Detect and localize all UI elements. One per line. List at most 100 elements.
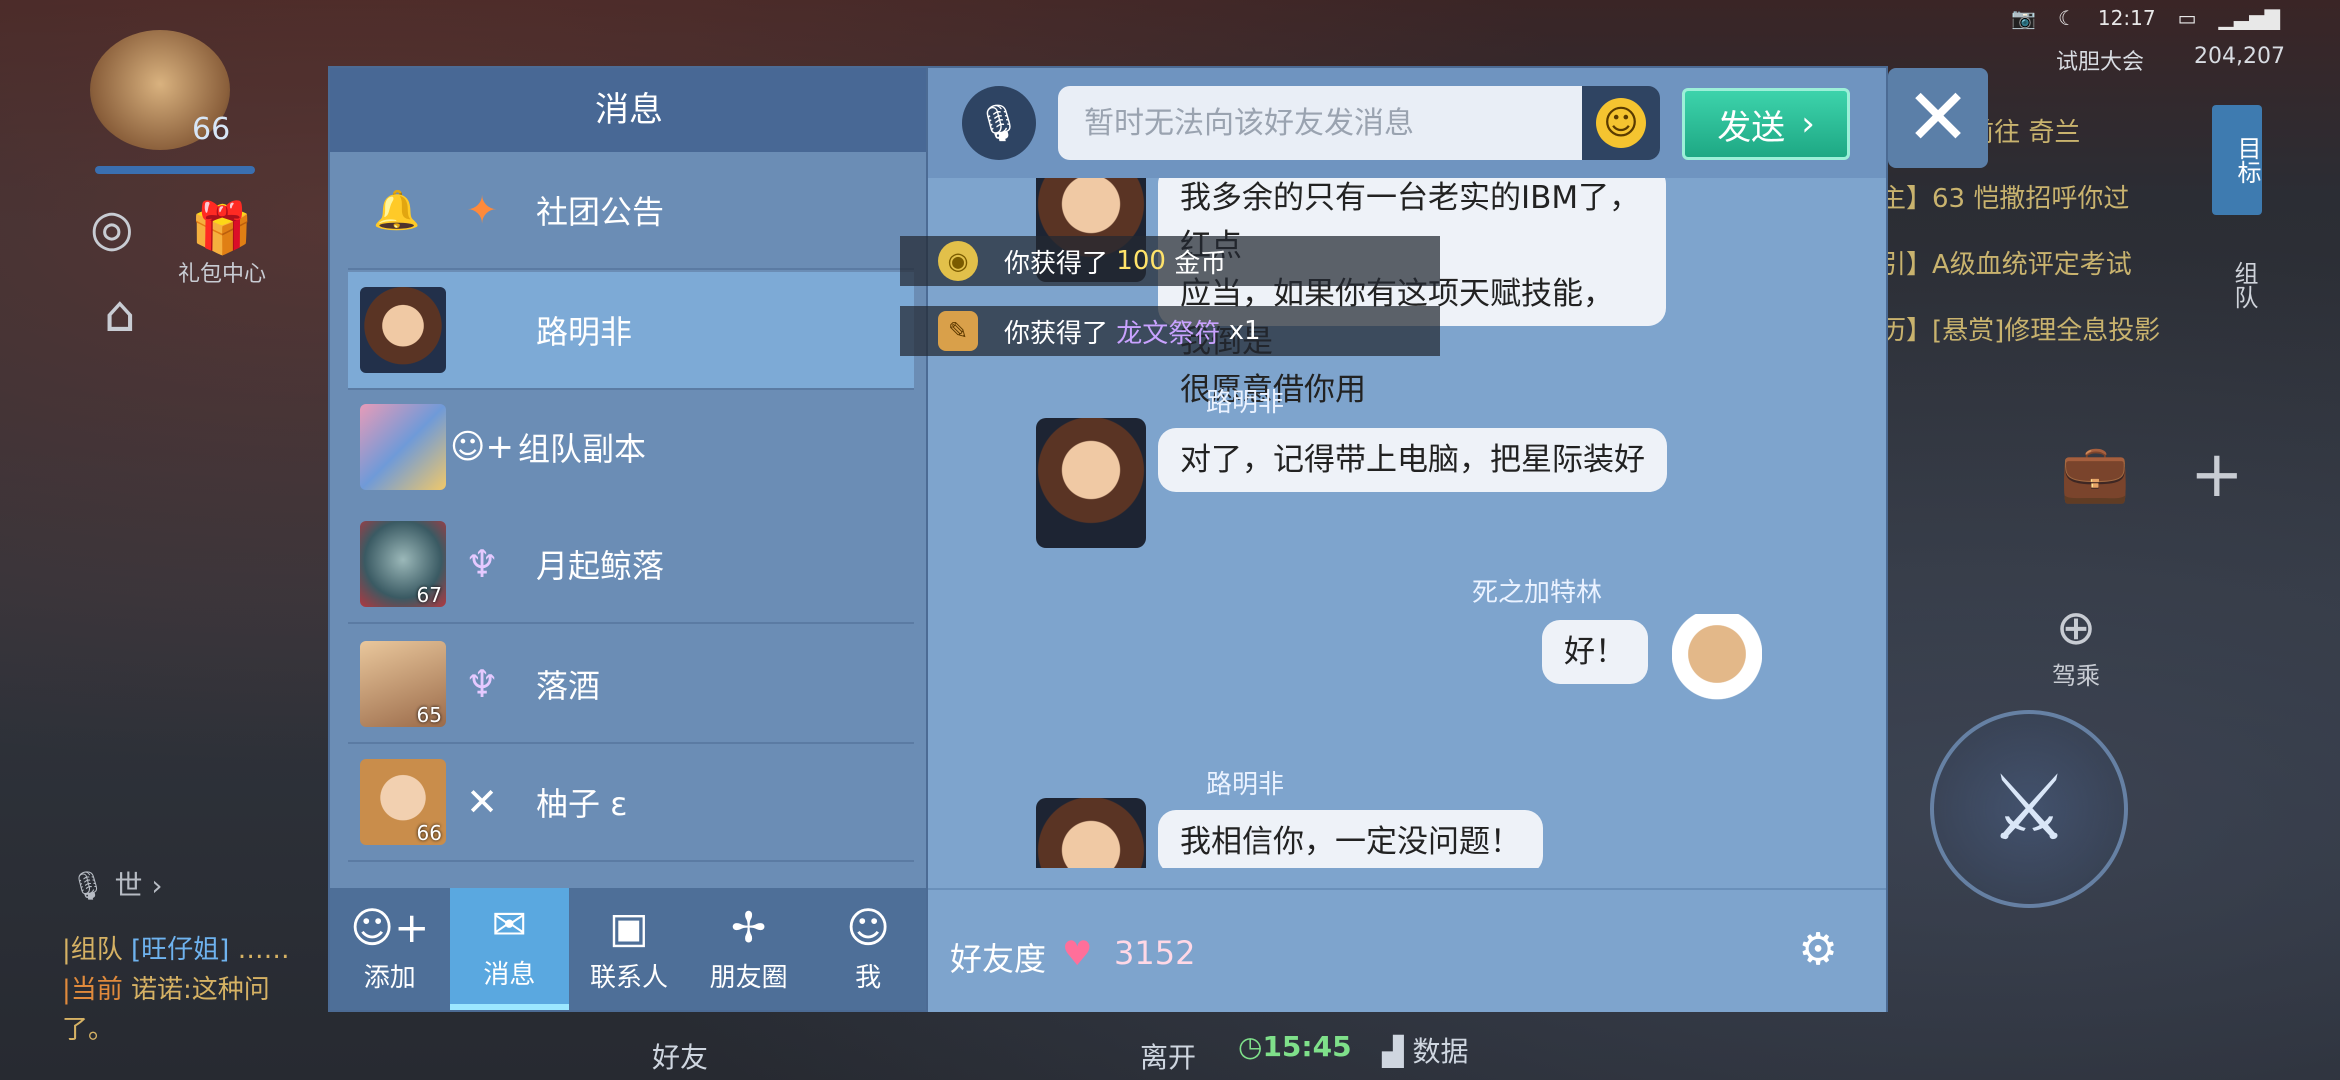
avatar-level: 65 [416, 703, 442, 727]
team-icon: ☺+ [450, 427, 514, 467]
briefcase-icon[interactable]: 💼 [2060, 440, 2130, 506]
add-friend-icon: ☺+ [350, 902, 430, 952]
steering-wheel-icon: ⊕ [2055, 600, 2097, 656]
emoji-button[interactable]: ☺ [1582, 86, 1660, 160]
moon-icon: ☾ [2057, 6, 2076, 30]
chevron-right-icon: › [151, 869, 163, 902]
message-sender: 路明非 [1206, 770, 1285, 800]
world-channel-button[interactable]: 🎙 世 › [70, 864, 163, 904]
friendship-value: 3152 [1114, 934, 1196, 972]
voice-button[interactable]: 🎙 [962, 86, 1036, 160]
bottom-nav: ☺+ 添加 ✉ 消息 ▣ 联系人 ✢ 朋友圈 ☺ 我 [330, 888, 928, 1010]
panel-title: 消息 [330, 68, 928, 152]
world-channel-label: 世 [114, 869, 143, 902]
rank-badge-icon: ♆ [464, 542, 500, 586]
signal-icon: ▁▃▅▇ [2218, 6, 2280, 30]
avatar [1036, 798, 1146, 868]
gift-center-button[interactable]: 🎁 礼包中心 [178, 200, 266, 288]
drive-button[interactable]: ⊕ 驾乘 [2052, 600, 2100, 691]
status-time: 12:17 [2097, 6, 2156, 30]
conversation-luojiu[interactable]: 65 ♆ 落酒 [348, 626, 914, 744]
avatar: 66 [360, 759, 446, 845]
target-tab[interactable]: 目标 [2212, 105, 2262, 215]
chat-line: 了。 [62, 1015, 115, 1045]
avatar [360, 287, 446, 373]
conversation-team[interactable]: ☺+ 组队副本 [348, 388, 914, 506]
message-bubble[interactable]: 对了，记得带上电脑，把星际装好 [1158, 428, 1667, 492]
microphone-icon: 🎙 [976, 103, 1022, 144]
conversation-name: 组队副本 [518, 430, 647, 468]
reward-toast: ✎ 你获得了 龙文祭符 x1 [900, 306, 1440, 356]
nav-add[interactable]: ☺+ 添加 [330, 888, 450, 1010]
pinwheel-icon: ✢ [730, 902, 767, 952]
close-button[interactable]: ✕ [1888, 68, 1988, 168]
mail-icon: ✉ [491, 899, 527, 949]
home-icon: ⌂ [104, 285, 136, 343]
quest-item[interactable]: 历】[悬赏]修理全息投影 [1880, 298, 2160, 364]
close-icon: ✕ [1905, 73, 1971, 163]
conversation-yueqijingluo[interactable]: 67 ♆ 月起鲸落 [348, 506, 914, 624]
friendship-label: 好友度 [950, 940, 1047, 978]
friends-shortcut[interactable]: 好友 [652, 1036, 708, 1080]
reward-toast: ◉ 你获得了 100 金币 [900, 236, 1440, 286]
chat-line: |组队 [旺仔姐] …… [62, 935, 290, 965]
player-level: 66 [192, 112, 231, 147]
rank-badge-icon: ♆ [464, 662, 500, 706]
attack-joystick[interactable]: ⚔ [1930, 710, 2128, 908]
smiley-icon: ☺ [1596, 98, 1646, 148]
quest-item[interactable]: 引】A级血统评定考试 [1880, 232, 2160, 298]
chat-log[interactable]: |组队 [旺仔姐] …… |当前 诺诺:这种问 了。 [62, 930, 290, 1050]
avatar-level: 67 [416, 583, 442, 607]
nav-label: 消息 [483, 959, 536, 990]
nav-messages[interactable]: ✉ 消息 [449, 888, 570, 1010]
location-name: 试胆大会 [2056, 50, 2145, 75]
nav-contacts[interactable]: ▣ 联系人 [569, 888, 689, 1010]
conversation-name: 落酒 [536, 667, 601, 705]
conversation-name: 月起鲸落 [536, 547, 665, 585]
heart-icon: ♥ [1062, 934, 1093, 974]
message-sender: 死之加特林 [1472, 578, 1603, 608]
leave-shortcut[interactable]: 离开 [1140, 1036, 1196, 1080]
timer-display: ◷15:45 [1238, 1030, 1352, 1063]
avatar: 67 [360, 521, 446, 607]
eye-button[interactable]: ◎ [90, 200, 134, 256]
conversation-notice[interactable]: 🔔 ✦ 社团公告 [348, 152, 914, 270]
bell-icon: 🔔 [373, 187, 421, 232]
xp-bar [95, 166, 255, 174]
nav-me[interactable]: ☺ 我 [808, 888, 928, 1010]
location-coords: 204,207 [2194, 44, 2285, 69]
send-button[interactable]: 发送 › [1682, 88, 1850, 160]
send-label: 发送 [1717, 107, 1786, 148]
team-tab[interactable]: 组队 [2212, 230, 2262, 340]
avatar [360, 404, 446, 490]
plus-icon[interactable]: + [2190, 438, 2244, 512]
camera-icon: 📷 [2011, 6, 2036, 30]
avatar [1036, 418, 1146, 548]
status-bar: 📷 ☾ 12:17 ▭ ▁▃▅▇ [2011, 6, 2280, 30]
conversation-lumingfei[interactable]: 路明非 [348, 272, 914, 390]
conversation-name: 社团公告 [536, 193, 665, 231]
message-bubble[interactable]: 我相信你，一定没问题！ [1158, 810, 1543, 868]
quest-item[interactable]: 主】63 恺撒招呼你过 [1880, 166, 2160, 232]
conversation-name: 柚子 ε [536, 785, 628, 823]
clock-icon: ◷ [1238, 1030, 1263, 1063]
message-sender: 路明非 [1206, 388, 1285, 418]
conversation-youzi[interactable]: 66 ✕ 柚子 ε [348, 744, 914, 862]
gift-icon: 🎁 [190, 199, 254, 257]
data-shortcut[interactable]: ▟ 数据 [1382, 1030, 1468, 1080]
home-button[interactable]: ⌂ [104, 286, 136, 342]
nav-moments[interactable]: ✢ 朋友圈 [689, 888, 809, 1010]
chevron-right-icon: › [1801, 104, 1815, 144]
battery-icon: ▭ [2177, 6, 2197, 30]
chart-icon: ▟ [1382, 1035, 1404, 1068]
avatar: 65 [360, 641, 446, 727]
chat-line: |当前 诺诺:这种问 [62, 975, 270, 1005]
settings-button[interactable]: ⚙ [1790, 922, 1846, 978]
message-bubble[interactable]: 好！ [1542, 620, 1648, 684]
avatar [1672, 614, 1762, 714]
gear-icon: ⚙ [1798, 924, 1838, 975]
eye-icon: ◎ [90, 199, 134, 257]
nav-label: 添加 [363, 962, 416, 993]
message-input[interactable] [1058, 86, 1582, 160]
drive-label: 驾乘 [2052, 662, 2100, 690]
